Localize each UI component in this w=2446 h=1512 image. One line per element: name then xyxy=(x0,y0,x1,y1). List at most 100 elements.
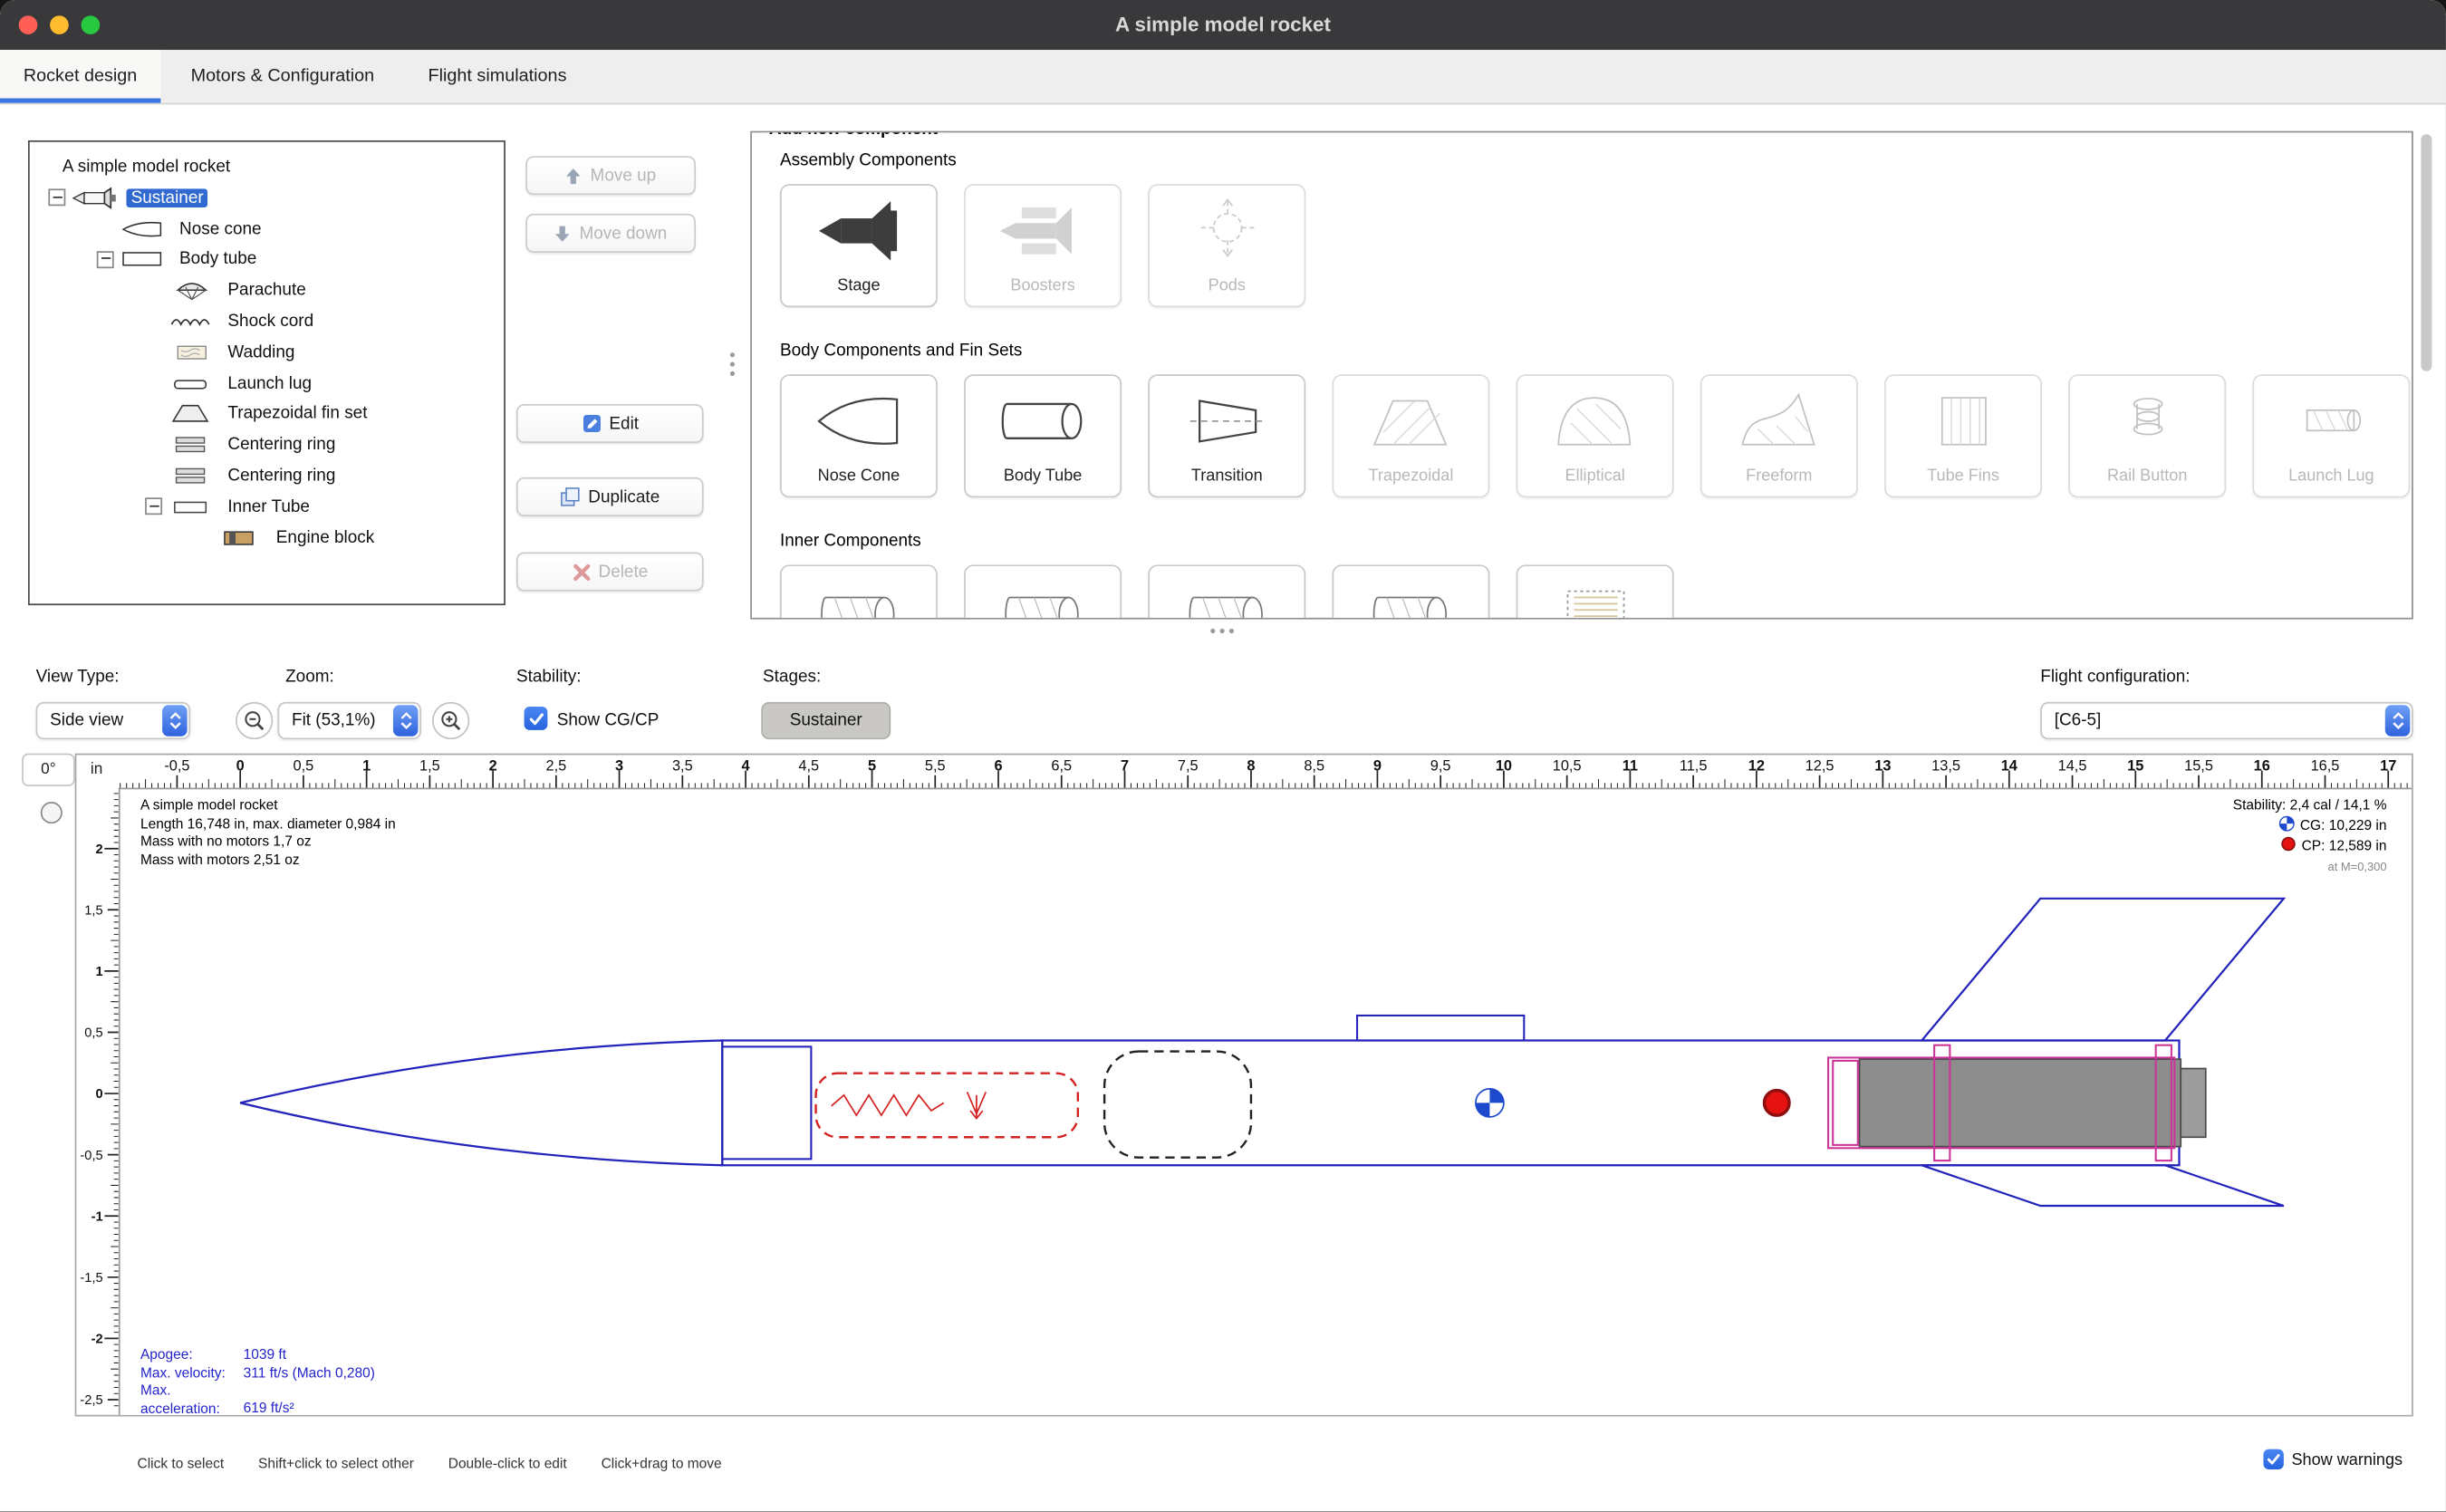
trapezoidal-button[interactable]: Trapezoidal xyxy=(1333,374,1490,497)
tree-item-inner-tube[interactable]: Inner Tube xyxy=(30,491,504,522)
rocket-icon xyxy=(72,187,119,208)
svg-text:-0,5: -0,5 xyxy=(80,1149,102,1163)
view-type-label: View Type: xyxy=(36,668,120,687)
delete-button[interactable]: Delete xyxy=(516,553,704,592)
svg-text:12,5: 12,5 xyxy=(1806,758,1834,775)
collapse-icon[interactable] xyxy=(145,498,162,515)
splitter-handle-horizontal[interactable] xyxy=(1210,629,1234,633)
inner-component-button[interactable] xyxy=(964,564,1122,619)
ruler-unit-label: in xyxy=(91,761,102,778)
move-up-button[interactable]: Move up xyxy=(525,156,696,195)
inner-component-button[interactable] xyxy=(780,564,938,619)
zoom-select[interactable]: Fit (53,1%) xyxy=(277,702,420,739)
rail-button-button[interactable]: Rail Button xyxy=(2068,374,2226,497)
launch-lug-button[interactable]: Launch Lug xyxy=(2252,374,2410,497)
duplicate-icon xyxy=(560,486,580,506)
svg-text:-2,5: -2,5 xyxy=(80,1393,102,1408)
scrollbar[interactable] xyxy=(2421,134,2432,612)
tree-item-centering-ring[interactable]: Centering ring xyxy=(30,460,504,491)
tube-fins-button[interactable]: Tube Fins xyxy=(1884,374,2042,497)
check-icon xyxy=(528,710,544,726)
svg-text:13,5: 13,5 xyxy=(1931,758,1960,775)
boosters-button[interactable]: Boosters xyxy=(964,184,1122,307)
stage-button[interactable]: Stage xyxy=(780,184,938,307)
tree-item-label: Engine block xyxy=(272,528,380,547)
move-down-button[interactable]: Move down xyxy=(525,214,696,253)
tab-flight-simulations[interactable]: Flight simulations xyxy=(405,50,591,103)
zoom-in-button[interactable] xyxy=(432,702,469,739)
transition-button[interactable]: Transition xyxy=(1148,374,1305,497)
horizontal-ruler: -0,500,511,522,533,544,555,566,577,588,5… xyxy=(119,755,2412,787)
svg-text:0,5: 0,5 xyxy=(84,1026,102,1041)
svg-text:0: 0 xyxy=(96,1087,103,1102)
svg-text:14,5: 14,5 xyxy=(2058,758,2087,775)
tree-item-shock-cord[interactable]: Shock cord xyxy=(30,306,504,337)
cg-icon xyxy=(2279,815,2295,836)
tree-item-nose-cone[interactable]: Nose cone xyxy=(30,214,504,245)
tree-item-body-tube[interactable]: Body tube xyxy=(30,245,504,275)
inner-component-button[interactable] xyxy=(1148,564,1305,619)
zoom-out-button[interactable] xyxy=(236,702,273,739)
svg-text:14: 14 xyxy=(2001,758,2017,775)
scrollbar-thumb[interactable] xyxy=(2421,134,2432,371)
flight-config-select[interactable]: [C6-5] xyxy=(2040,702,2413,739)
svg-text:1: 1 xyxy=(362,758,371,775)
show-cgcp-checkbox-label[interactable]: Show CG/CP xyxy=(557,711,660,730)
svg-text:10: 10 xyxy=(1496,758,1512,775)
svg-text:3: 3 xyxy=(615,758,623,775)
tab-bar: Rocket design Motors & Configuration Fli… xyxy=(0,50,2446,104)
interaction-hints: Click to selectShift+click to select oth… xyxy=(138,1456,756,1471)
tree-item-launch-lug[interactable]: Launch lug xyxy=(30,368,504,399)
pods-button[interactable]: Pods xyxy=(1148,184,1305,307)
inner-component-icon xyxy=(1334,566,1488,620)
show-warnings-label[interactable]: Show warnings xyxy=(2291,1450,2403,1469)
elliptical-button[interactable]: Elliptical xyxy=(1517,374,1674,497)
tree-item-label: Wadding xyxy=(223,343,299,362)
show-cgcp-checkbox[interactable] xyxy=(525,707,548,730)
svg-text:1: 1 xyxy=(96,965,103,979)
svg-text:11,5: 11,5 xyxy=(1680,758,1708,775)
svg-text:2: 2 xyxy=(489,758,497,775)
tree-item-centering-ring[interactable]: Centering ring xyxy=(30,429,504,460)
tree-item-wadding[interactable]: Wadding xyxy=(30,337,504,368)
rotation-angle-box[interactable]: 0° xyxy=(22,754,75,786)
tree-item-trapezoidal-fin-set[interactable]: Trapezoidal fin set xyxy=(30,399,504,429)
vertical-ruler: 21,510,50-0,5-1-1,5-2-2,5 xyxy=(76,788,118,1413)
svg-text:-2: -2 xyxy=(91,1333,103,1347)
svg-text:12: 12 xyxy=(1748,758,1765,775)
rotation-knob[interactable] xyxy=(41,802,63,823)
edit-button[interactable]: Edit xyxy=(516,404,704,443)
magnifier-plus-icon xyxy=(440,709,462,731)
stage-toggle-sustainer[interactable]: Sustainer xyxy=(761,702,891,739)
collapse-icon[interactable] xyxy=(48,189,65,207)
tree-item-label: Sustainer xyxy=(126,188,207,207)
rocket-canvas[interactable]: A simple model rocket Length 16,748 in, … xyxy=(119,788,2412,1415)
component-label: Body Tube xyxy=(1004,467,1082,486)
launch-lug-tree-icon xyxy=(169,372,216,394)
splitter-handle-vertical[interactable] xyxy=(730,352,735,376)
stage-icon xyxy=(782,186,936,276)
body-tube-comp-icon xyxy=(966,376,1120,467)
inner-component-button[interactable] xyxy=(1333,564,1490,619)
duplicate-button[interactable]: Duplicate xyxy=(516,477,704,516)
svg-text:0,5: 0,5 xyxy=(294,758,314,775)
tree-item-parachute[interactable]: Parachute xyxy=(30,275,504,306)
component-label: Transition xyxy=(1191,467,1263,486)
tab-rocket-design[interactable]: Rocket design xyxy=(0,50,160,103)
section-title-inner-components: Inner Components xyxy=(780,532,2412,551)
svg-text:15,5: 15,5 xyxy=(2184,758,2213,775)
inner-component-button[interactable] xyxy=(1517,564,1674,619)
nose-cone-button[interactable]: Nose Cone xyxy=(780,374,938,497)
show-warnings-checkbox[interactable] xyxy=(2263,1449,2283,1469)
arrow-down-icon xyxy=(554,224,572,243)
freeform-button[interactable]: Freeform xyxy=(1700,374,1858,497)
component-label: Stage xyxy=(837,276,880,295)
view-type-select[interactable]: Side view xyxy=(36,702,190,739)
collapse-icon[interactable] xyxy=(97,251,114,268)
tree-item-root[interactable]: A simple model rocket xyxy=(30,142,504,183)
svg-text:15: 15 xyxy=(2127,758,2143,775)
tree-item-engine-block[interactable]: Engine block xyxy=(30,522,504,553)
tab-motors-configuration[interactable]: Motors & Configuration xyxy=(168,50,398,103)
tree-item-sustainer[interactable]: Sustainer xyxy=(30,182,504,213)
body-tube-button[interactable]: Body Tube xyxy=(964,374,1122,497)
